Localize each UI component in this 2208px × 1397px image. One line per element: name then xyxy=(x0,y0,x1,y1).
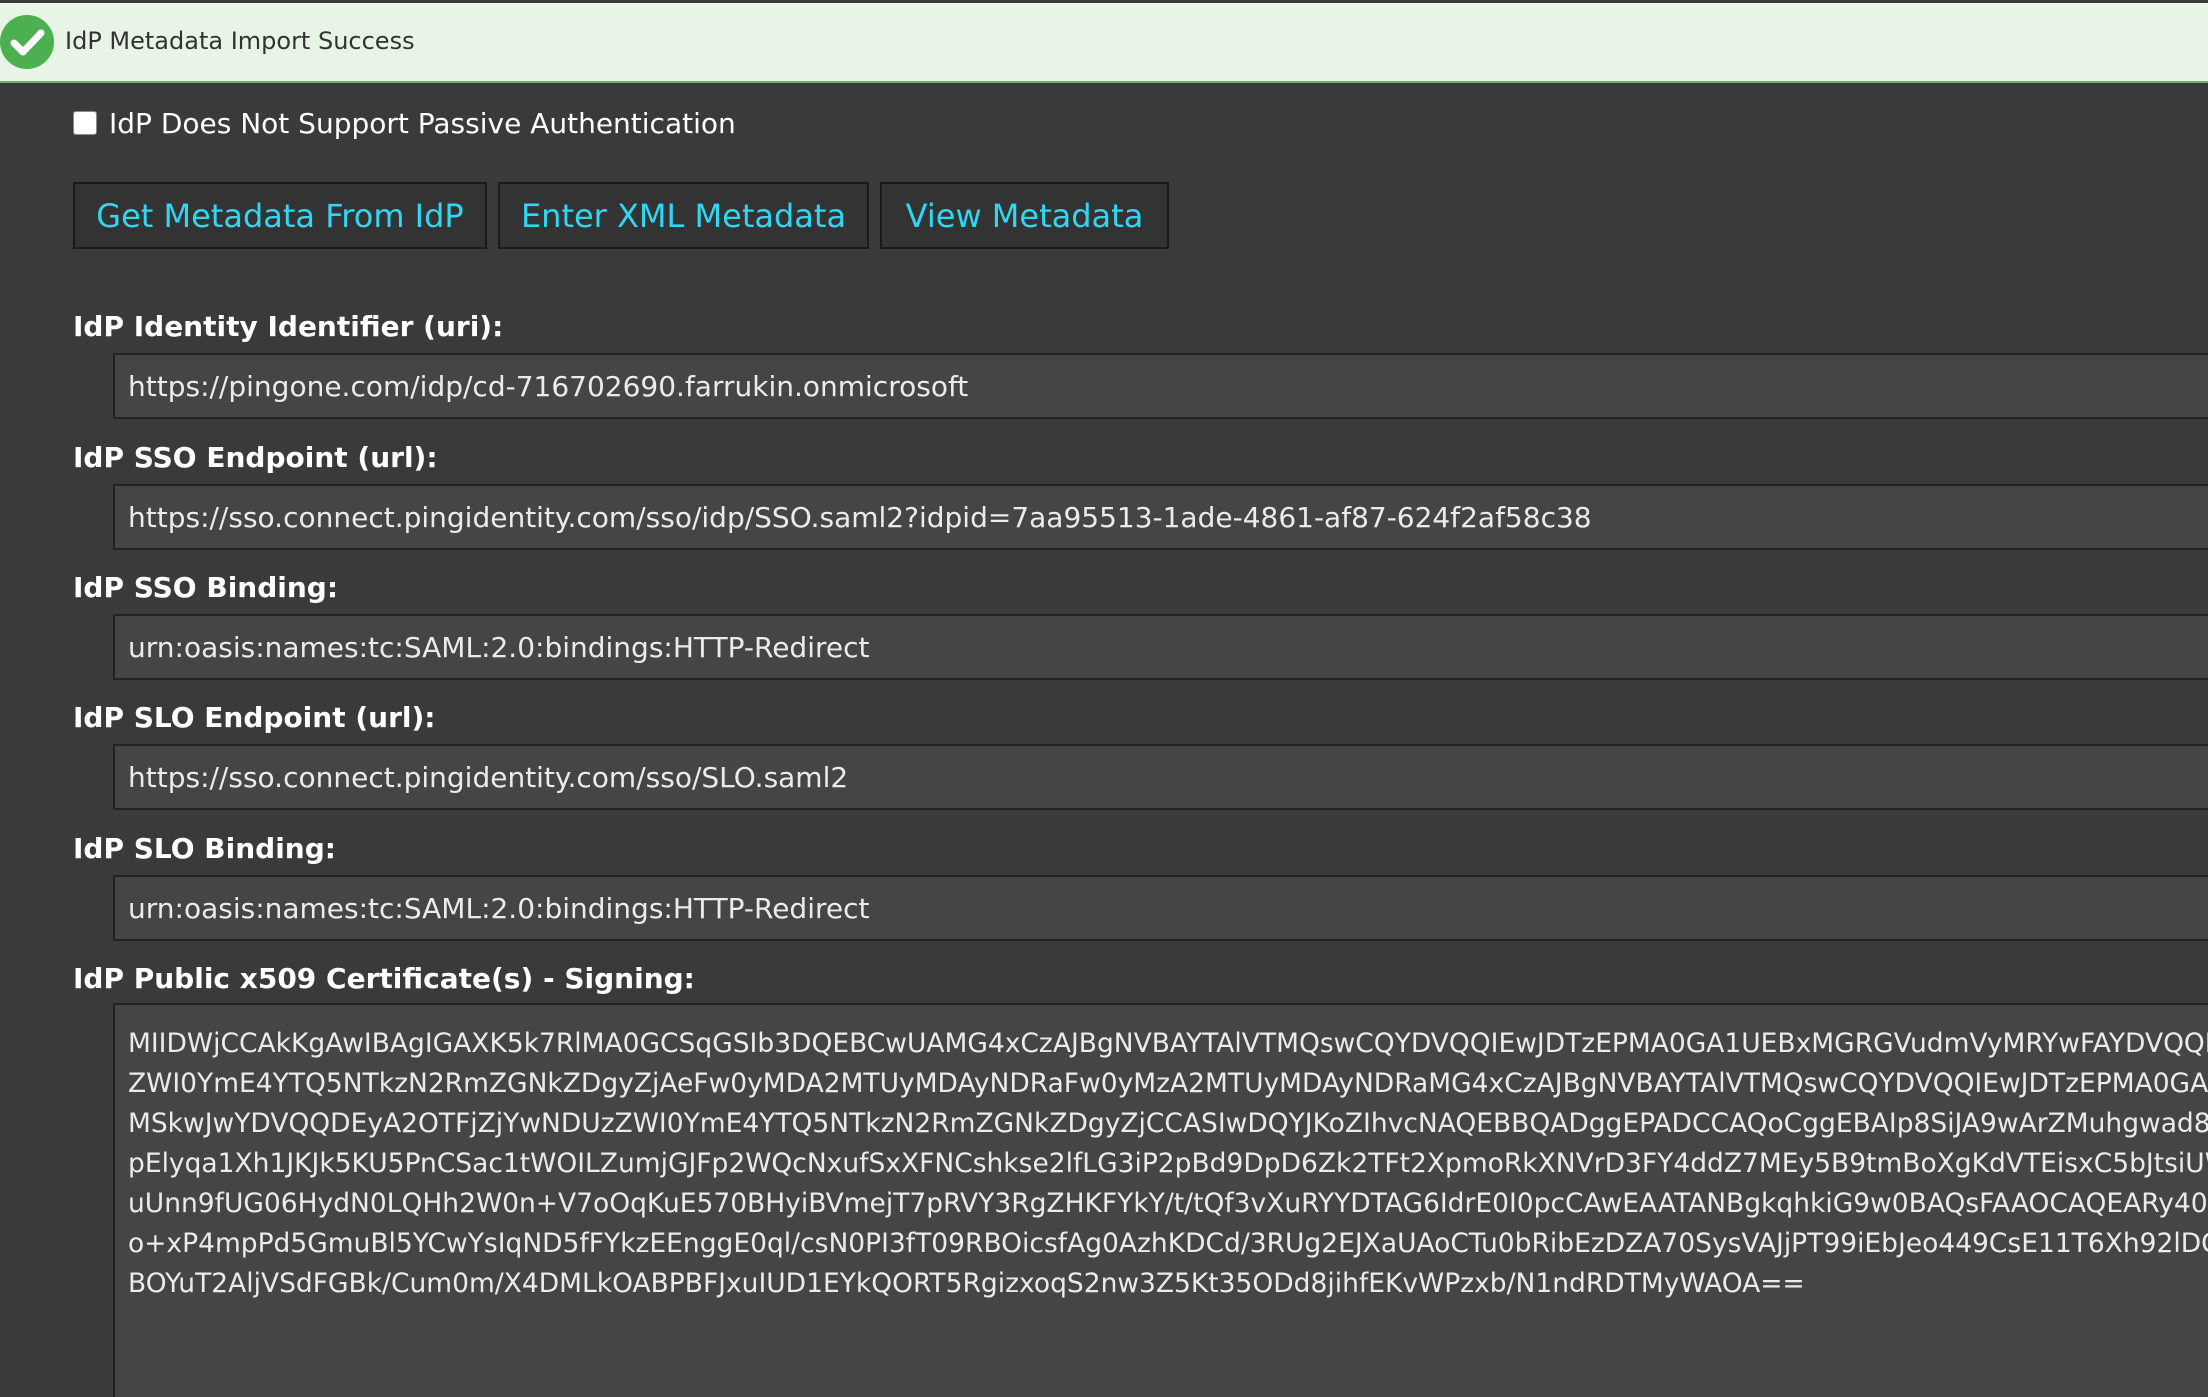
identity-identifier-label: IdP Identity Identifier (uri): xyxy=(73,310,504,343)
certificate-line: uUnn9fUG06HydN0LQHh2W0n+V7oOqKuE570BHyiB… xyxy=(128,1188,2208,1219)
sso-endpoint-field[interactable]: https://sso.connect.pingidentity.com/sso… xyxy=(113,484,2208,550)
certificate-textarea[interactable]: MIIDWjCCAkKgAwIBAgIGAXK5k7RlMA0GCSqGSIb3… xyxy=(113,1003,2208,1397)
passive-auth-row[interactable]: IdP Does Not Support Passive Authenticat… xyxy=(73,103,736,143)
certificate-line: BOYuT2AljVSdFGBk/Cum0m/X4DMLkOABPBFJxuIU… xyxy=(128,1268,1805,1299)
banner-message: IdP Metadata Import Success xyxy=(65,27,415,55)
certificate-line: ZWI0YmE4YTQ5NTkzN2RmZGNkZDgyZjAeFw0yMDA2… xyxy=(128,1068,2208,1099)
identity-identifier-field[interactable]: https://pingone.com/idp/cd-716702690.far… xyxy=(113,353,2208,419)
slo-endpoint-field[interactable]: https://sso.connect.pingidentity.com/sso… xyxy=(113,744,2208,810)
sso-endpoint-label: IdP SSO Endpoint (url): xyxy=(73,441,438,474)
get-metadata-button[interactable]: Get Metadata From IdP xyxy=(73,182,487,249)
slo-endpoint-label: IdP SLO Endpoint (url): xyxy=(73,701,436,734)
success-banner: IdP Metadata Import Success xyxy=(0,0,2208,83)
slo-binding-label: IdP SLO Binding: xyxy=(73,832,336,865)
view-metadata-button[interactable]: View Metadata xyxy=(880,182,1169,249)
sso-binding-field[interactable]: urn:oasis:names:tc:SAML:2.0:bindings:HTT… xyxy=(113,614,2208,680)
certificate-line: o+xP4mpPd5GmuBl5YCwYsIqND5fFYkzEEnggE0ql… xyxy=(128,1228,2208,1259)
passive-auth-label[interactable]: IdP Does Not Support Passive Authenticat… xyxy=(109,107,736,140)
page: IdP Metadata Import Success IdP Does Not… xyxy=(0,0,2208,1397)
sso-binding-label: IdP SSO Binding: xyxy=(73,571,339,604)
check-circle-icon xyxy=(0,15,54,69)
certificate-line: MIIDWjCCAkKgAwIBAgIGAXK5k7RlMA0GCSqGSIb3… xyxy=(128,1028,2208,1059)
certificate-line: MSkwJwYDVQQDEyA2OTFjZjYwNDUzZWI0YmE4YTQ5… xyxy=(128,1108,2208,1139)
slo-binding-field[interactable]: urn:oasis:names:tc:SAML:2.0:bindings:HTT… xyxy=(113,875,2208,941)
certificate-label: IdP Public x509 Certificate(s) - Signing… xyxy=(73,962,695,995)
passive-auth-checkbox[interactable] xyxy=(73,111,97,135)
certificate-line: pElyqa1Xh1JKJk5KU5PnCSac1tWOILZumjGJFp2W… xyxy=(128,1148,2208,1179)
enter-xml-metadata-button[interactable]: Enter XML Metadata xyxy=(498,182,869,249)
